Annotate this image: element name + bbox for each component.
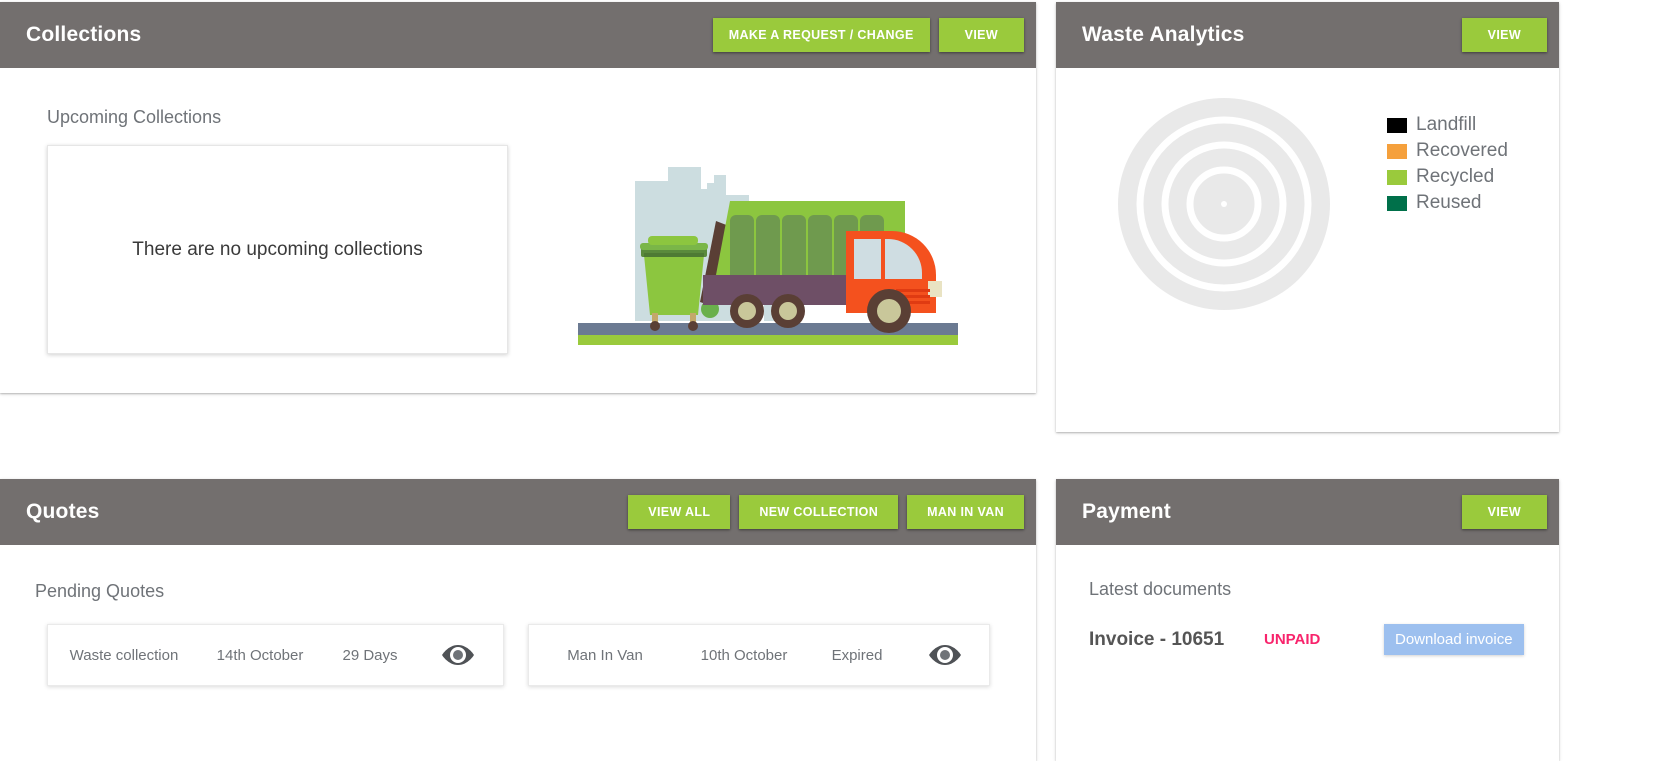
quotes-panel: Quotes VIEW ALL NEW COLLECTION MAN IN VA… <box>0 479 1036 761</box>
waste-analytics-title: Waste Analytics <box>1082 23 1245 46</box>
waste-analytics-legend: Landfill Recovered Recycled Reused <box>1387 114 1508 214</box>
status-badge: UNPAID <box>1264 631 1321 648</box>
legend-swatch-recycled <box>1387 169 1407 185</box>
legend-label-landfill: Landfill <box>1416 114 1477 135</box>
quote-card[interactable]: Man In Van 10th October Expired <box>528 624 990 686</box>
pending-quotes-label: Pending Quotes <box>35 581 165 601</box>
legend-label-reused: Reused <box>1416 192 1482 213</box>
payment-view-button[interactable]: VIEW <box>1461 495 1547 529</box>
quotes-title: Quotes <box>26 500 100 523</box>
invoice-name: Invoice - 10651 <box>1089 628 1225 650</box>
no-upcoming-collections-box: There are no upcoming collections <box>47 145 508 354</box>
collections-header-actions: MAKE A REQUEST / CHANGE VIEW <box>712 18 1024 52</box>
man-in-van-button[interactable]: MAN IN VAN <box>907 495 1024 529</box>
quotes-body: Pending Quotes Waste collection 14th Oct… <box>0 545 1036 761</box>
waste-analytics-view-button[interactable]: VIEW <box>1461 18 1547 52</box>
eye-icon[interactable] <box>420 643 495 667</box>
legend-swatch-reused <box>1387 195 1407 211</box>
upcoming-collections-label: Upcoming Collections <box>47 107 222 127</box>
collections-panel: Collections MAKE A REQUEST / CHANGE VIEW… <box>0 2 1036 393</box>
legend-item-landfill: Landfill <box>1387 114 1508 136</box>
waste-analytics-panel: Waste Analytics VIEW Landfill Recovered … <box>1056 2 1559 432</box>
legend-item-reused: Reused <box>1387 192 1508 214</box>
quote-date: 14th October <box>216 646 304 664</box>
waste-analytics-header-actions: VIEW <box>1461 18 1547 52</box>
quotes-header-actions: VIEW ALL NEW COLLECTION MAN IN VAN <box>628 495 1024 529</box>
quotes-header: Quotes VIEW ALL NEW COLLECTION MAN IN VA… <box>0 479 1036 545</box>
dashboard-page: Collections MAKE A REQUEST / CHANGE VIEW… <box>0 0 1679 761</box>
download-invoice-button[interactable]: Download invoice <box>1384 624 1524 655</box>
legend-label-recovered: Recovered <box>1416 140 1508 161</box>
payment-title: Payment <box>1082 500 1171 523</box>
document-row: Invoice - 10651 UNPAID Download invoice <box>1089 624 1529 655</box>
quote-status: Expired <box>831 646 883 664</box>
quote-service: Waste collection <box>69 646 179 664</box>
eye-icon[interactable] <box>907 643 982 667</box>
quote-service: Man In Van <box>567 646 643 664</box>
payment-panel: Payment VIEW Latest documents Invoice - … <box>1056 479 1559 761</box>
collections-view-button[interactable]: VIEW <box>938 18 1024 52</box>
make-a-request-change-button[interactable]: MAKE A REQUEST / CHANGE <box>712 18 930 52</box>
collections-body: Upcoming Collections There are no upcomi… <box>0 68 1036 393</box>
quote-date: 10th October <box>700 646 788 664</box>
payment-body: Latest documents Invoice - 10651 UNPAID … <box>1056 545 1559 761</box>
latest-documents-label: Latest documents <box>1089 579 1232 599</box>
quote-status: 29 Days <box>342 646 398 664</box>
legend-swatch-recovered <box>1387 143 1407 159</box>
legend-swatch-landfill <box>1387 117 1407 133</box>
collections-title: Collections <box>26 23 142 46</box>
payment-header-actions: VIEW <box>1461 495 1547 529</box>
legend-label-recycled: Recycled <box>1416 166 1495 187</box>
no-upcoming-collections-text: There are no upcoming collections <box>132 238 423 260</box>
waste-analytics-body: Landfill Recovered Recycled Reused <box>1056 68 1559 432</box>
target-rings-placeholder-icon <box>1116 96 1332 312</box>
view-all-button[interactable]: VIEW ALL <box>628 495 731 529</box>
payment-header: Payment VIEW <box>1056 479 1559 545</box>
collections-header: Collections MAKE A REQUEST / CHANGE VIEW <box>0 2 1036 68</box>
legend-item-recovered: Recovered <box>1387 140 1508 162</box>
new-collection-button[interactable]: NEW COLLECTION <box>739 495 899 529</box>
legend-item-recycled: Recycled <box>1387 166 1508 188</box>
quote-card[interactable]: Waste collection 14th October 29 Days <box>47 624 504 686</box>
waste-analytics-header: Waste Analytics VIEW <box>1056 2 1559 68</box>
garbage-truck-illustration <box>578 163 958 353</box>
